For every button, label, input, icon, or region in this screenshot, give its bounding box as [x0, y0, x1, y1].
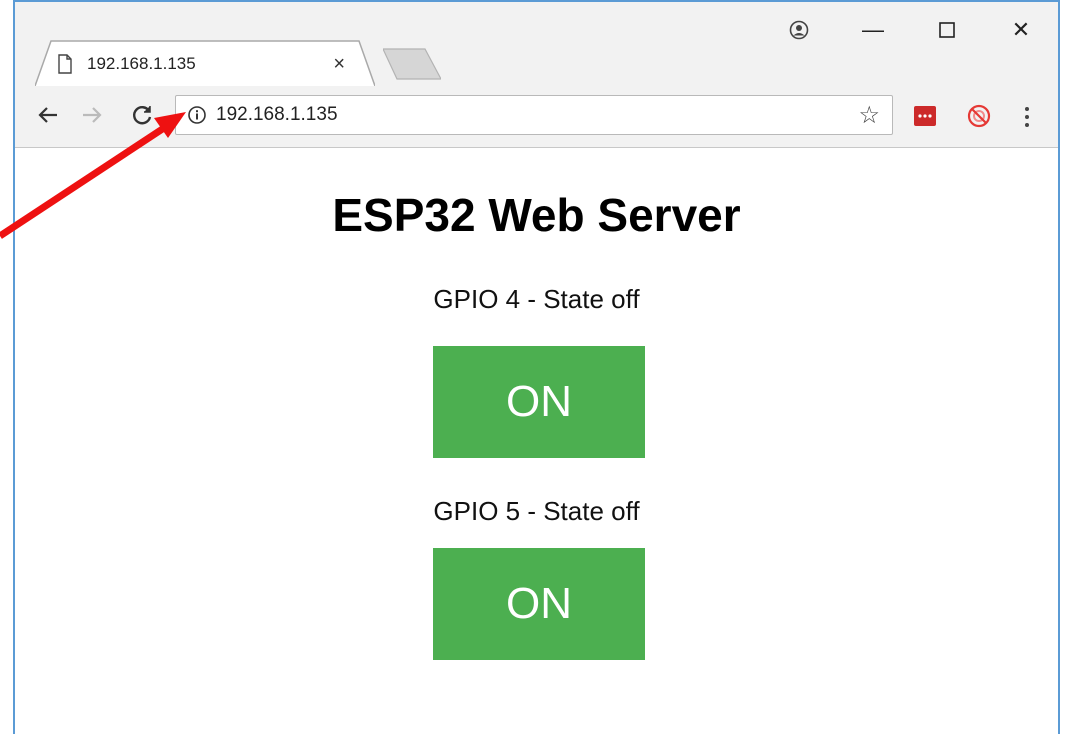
- page-icon: [58, 54, 72, 74]
- url-text[interactable]: 192.168.1.135: [216, 104, 858, 126]
- gpio5-toggle-button[interactable]: ON: [433, 548, 645, 660]
- back-button[interactable]: [33, 100, 63, 130]
- browser-window: 192.168.1.135 × — ✕ 192.168.1.135 ☆ ESP3…: [13, 0, 1060, 736]
- info-icon[interactable]: [186, 104, 208, 126]
- title-bar: 192.168.1.135 × — ✕: [15, 2, 1058, 86]
- back-arrow-icon: [38, 107, 57, 123]
- close-window-button[interactable]: ✕: [984, 10, 1058, 50]
- gpio5-state-label: GPIO 5 - State off: [433, 496, 640, 526]
- tab-close-icon[interactable]: ×: [333, 53, 345, 76]
- tab-content[interactable]: 192.168.1.135 ×: [57, 44, 357, 84]
- forward-button[interactable]: [77, 100, 107, 130]
- maximize-button[interactable]: [910, 10, 984, 50]
- reload-button[interactable]: [127, 100, 157, 130]
- gpio4-state-label: GPIO 4 - State off: [433, 284, 640, 314]
- bookmark-star-icon[interactable]: ☆: [858, 101, 880, 130]
- minimize-button[interactable]: —: [836, 10, 910, 50]
- browser-menu-icon[interactable]: [1015, 99, 1039, 135]
- maximize-icon: [939, 22, 955, 38]
- new-tab-button[interactable]: [383, 48, 441, 80]
- browser-toolbar: 192.168.1.135 ☆: [15, 86, 1058, 148]
- page-title: ESP32 Web Server: [332, 189, 741, 241]
- reload-icon: [133, 106, 152, 125]
- page-content: ESP32 Web Server GPIO 4 - State off ON G…: [15, 148, 1058, 736]
- window-controls: — ✕: [762, 10, 1058, 50]
- address-bar[interactable]: 192.168.1.135 ☆: [175, 95, 893, 135]
- forward-arrow-icon: [83, 107, 102, 123]
- profile-icon: [789, 20, 809, 40]
- lastpass-icon[interactable]: [913, 104, 937, 128]
- gpio4-toggle-button[interactable]: ON: [433, 346, 645, 458]
- adblock-icon[interactable]: [967, 104, 991, 128]
- tab-title: 192.168.1.135: [87, 54, 196, 73]
- profile-button[interactable]: [762, 10, 836, 50]
